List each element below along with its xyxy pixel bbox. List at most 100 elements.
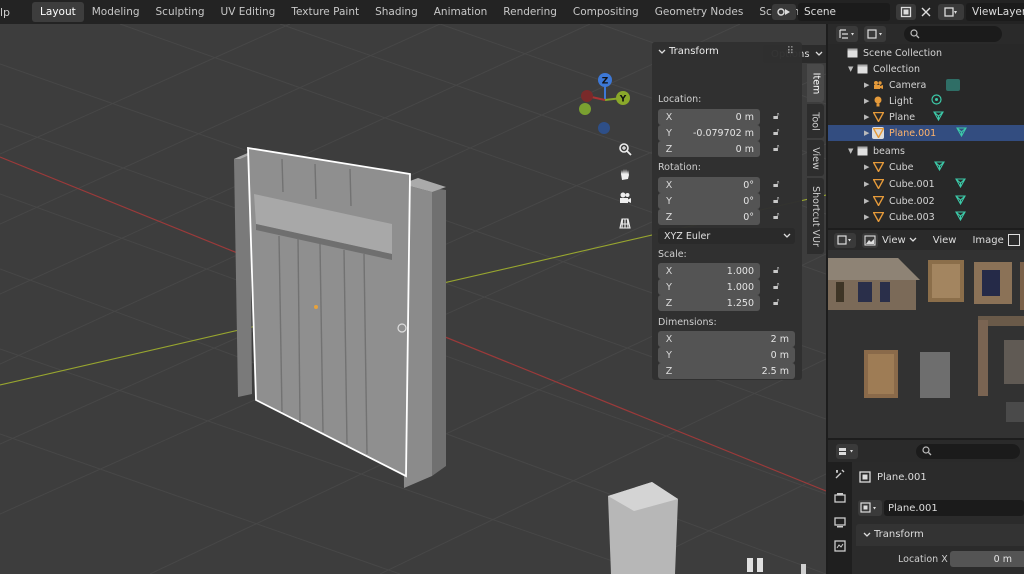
chevron-down-icon[interactable] xyxy=(658,49,666,55)
location-z-field[interactable]: Z 0 m xyxy=(658,141,760,157)
panel-title-transform[interactable]: Transform xyxy=(669,46,719,57)
delete-scene-icon[interactable] xyxy=(918,4,934,20)
view-layer-tab-icon[interactable] xyxy=(828,534,852,558)
transform-panel-header[interactable]: Transform xyxy=(856,524,1024,546)
outliner-search-input[interactable] xyxy=(904,26,1002,42)
camera-view-button[interactable] xyxy=(614,187,636,209)
lock-icon[interactable]: 🔓︎ xyxy=(773,195,785,207)
object-name-field[interactable]: Plane.001 xyxy=(884,500,1024,516)
expand-icon[interactable]: ▶ xyxy=(864,213,872,221)
navigation-gizmo[interactable]: Z Y xyxy=(572,68,636,138)
lock-icon[interactable]: 🔓︎ xyxy=(773,179,785,191)
rotation-y-field[interactable]: Y 0° xyxy=(658,193,760,209)
scale-z-field[interactable]: Z 1.250 xyxy=(658,295,760,311)
tool-tab-icon[interactable] xyxy=(828,462,852,486)
editor-type-icon[interactable] xyxy=(836,444,858,459)
image-menu[interactable]: Image xyxy=(972,235,1003,246)
outliner-row[interactable]: ▶ Cube.001 xyxy=(828,176,1024,192)
render-tab-icon[interactable] xyxy=(828,486,852,510)
expand-icon[interactable]: ▶ xyxy=(864,129,872,137)
perspective-toggle-button[interactable] xyxy=(614,212,636,234)
outliner-row[interactable]: ▶ Cube.002 xyxy=(828,193,1024,209)
rotation-x-field[interactable]: X 0° xyxy=(658,177,760,193)
outliner-row[interactable]: ▶ Camera xyxy=(828,77,1024,93)
mesh-data-icon[interactable] xyxy=(954,194,966,208)
tab-shortcut-vur[interactable]: Shortcut VUr xyxy=(807,178,824,254)
light-data-icon[interactable] xyxy=(931,94,942,108)
expand-icon[interactable]: ▶ xyxy=(864,180,872,188)
tab-item[interactable]: Item xyxy=(807,64,824,102)
lock-icon[interactable]: 🔓︎ xyxy=(773,127,785,139)
tab-geometry-nodes[interactable]: Geometry Nodes xyxy=(647,2,752,22)
object-selector-icon[interactable] xyxy=(858,500,882,516)
mesh-data-icon[interactable] xyxy=(954,210,966,224)
tab-animation[interactable]: Animation xyxy=(426,2,496,22)
outliner-row[interactable]: ▶ Light xyxy=(828,93,1024,109)
lock-icon[interactable]: 🔓︎ xyxy=(773,281,785,293)
outliner-row[interactable]: Scene Collection xyxy=(828,45,1024,61)
image-editor[interactable]: View View Image xyxy=(828,230,1024,438)
camera-data-icon[interactable] xyxy=(946,79,961,91)
outliner-row[interactable]: ▶ Cube xyxy=(828,159,1024,175)
rotation-z-field[interactable]: Z 0° xyxy=(658,209,760,225)
tab-sculpting[interactable]: Sculpting xyxy=(148,2,213,22)
help-menu[interactable]: lp xyxy=(0,6,16,19)
tab-rendering[interactable]: Rendering xyxy=(495,2,565,22)
view-mode-dropdown[interactable]: View xyxy=(882,235,906,246)
outliner-row[interactable]: ▶ Plane xyxy=(828,109,1024,125)
expand-icon[interactable]: ▶ xyxy=(864,97,872,105)
expand-icon[interactable]: ▶ xyxy=(864,81,872,89)
dimensions-z-field[interactable]: Z 2.5 m xyxy=(658,363,795,379)
rotation-mode-dropdown[interactable]: XYZ Euler xyxy=(658,228,795,244)
tab-modeling[interactable]: Modeling xyxy=(84,2,148,22)
lock-icon[interactable]: 🔓︎ xyxy=(773,143,785,155)
outliner-row-selected[interactable]: ▶ Plane.001 xyxy=(828,125,1024,141)
drag-handle-icon[interactable]: ⠿ xyxy=(787,46,794,57)
scene-selector-icon[interactable] xyxy=(772,4,796,20)
dimensions-y-field[interactable]: Y 0 m xyxy=(658,347,795,363)
display-mode-icon[interactable] xyxy=(836,26,858,42)
scene-field[interactable]: Scene xyxy=(798,3,890,21)
lock-icon[interactable]: 🔓︎ xyxy=(773,297,785,309)
editor-type-icon[interactable] xyxy=(834,232,856,248)
outliner-row[interactable]: ▶ Cube.003 xyxy=(828,209,1024,225)
expand-icon[interactable]: ▶ xyxy=(864,197,872,205)
location-x-field[interactable]: X 0 m xyxy=(658,109,760,125)
expand-icon[interactable]: ▶ xyxy=(864,163,872,171)
outliner-row[interactable]: ▼ beams xyxy=(828,143,1024,159)
tab-uv-editing[interactable]: UV Editing xyxy=(213,2,284,22)
mesh-data-icon[interactable] xyxy=(933,110,945,124)
new-image-icon[interactable] xyxy=(1008,234,1020,246)
new-scene-icon[interactable] xyxy=(896,4,916,20)
expand-icon[interactable]: ▶ xyxy=(864,113,872,121)
tab-layout[interactable]: Layout xyxy=(32,2,84,22)
expand-icon[interactable]: ▼ xyxy=(848,147,856,155)
scale-x-field[interactable]: X 1.000 xyxy=(658,263,760,279)
view-layer-selector-icon[interactable] xyxy=(938,4,964,20)
dimensions-x-field[interactable]: X 2 m xyxy=(658,331,795,347)
tab-view[interactable]: View xyxy=(807,140,824,176)
location-x-field[interactable]: 0 m xyxy=(950,551,1024,567)
image-icon[interactable] xyxy=(862,232,878,248)
lock-icon[interactable]: 🔓︎ xyxy=(773,211,785,223)
pan-button[interactable] xyxy=(614,163,636,185)
zoom-button[interactable] xyxy=(614,138,636,160)
lock-icon[interactable]: 🔓︎ xyxy=(773,265,785,277)
scale-y-field[interactable]: Y 1.000 xyxy=(658,279,760,295)
lock-icon[interactable]: 🔓︎ xyxy=(773,111,785,123)
tab-shading[interactable]: Shading xyxy=(367,2,426,22)
properties-search-input[interactable] xyxy=(916,444,1020,459)
location-y-field[interactable]: Y -0.079702 m xyxy=(658,125,760,141)
tab-compositing[interactable]: Compositing xyxy=(565,2,647,22)
tab-tool[interactable]: Tool xyxy=(807,104,824,138)
mesh-data-icon[interactable] xyxy=(956,126,968,140)
view-menu[interactable]: View xyxy=(933,235,957,246)
tab-texture-paint[interactable]: Texture Paint xyxy=(283,2,367,22)
outliner-row[interactable]: ▼ Collection xyxy=(828,61,1024,77)
mesh-data-icon[interactable] xyxy=(933,160,945,174)
filter-icon[interactable] xyxy=(864,26,886,42)
output-tab-icon[interactable] xyxy=(828,510,852,534)
view-layer-field[interactable]: ViewLayer xyxy=(966,3,1024,21)
mesh-data-icon[interactable] xyxy=(954,177,966,191)
expand-icon[interactable]: ▼ xyxy=(848,65,856,73)
